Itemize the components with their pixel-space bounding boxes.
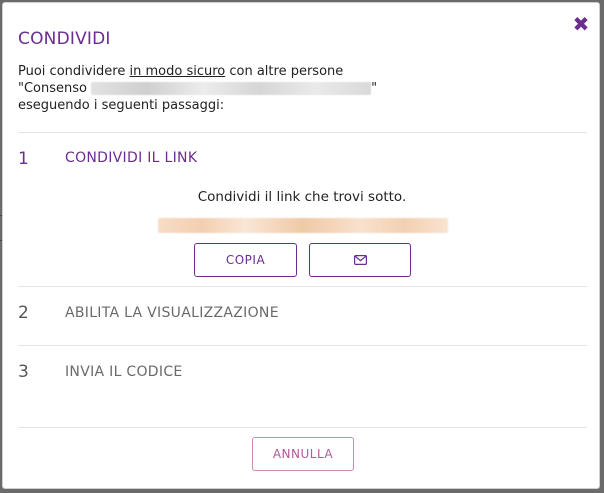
divider	[18, 132, 587, 133]
intro-line1-end: con altre persone	[225, 64, 344, 79]
share-dialog: ✖ CONDIVIDI Puoi condividere in modo sic…	[2, 2, 600, 489]
intro-line3: eseguendo i seguenti passaggi:	[18, 98, 225, 113]
intro-line1-start: Puoi condividere	[18, 64, 130, 79]
step-3-number: 3	[18, 362, 29, 382]
intro-text: Puoi condividere in modo sicuro con altr…	[18, 63, 578, 114]
redacted-document-name	[91, 82, 372, 95]
share-instruction: Condividi il link che trovi sotto.	[197, 189, 407, 205]
redacted-share-link	[158, 218, 448, 233]
dialog-title: CONDIVIDI	[18, 29, 111, 49]
step-1-label[interactable]: CONDIVIDI IL LINK	[65, 150, 197, 166]
copy-button-label: COPIA	[225, 253, 266, 267]
close-icon[interactable]: ✖	[572, 14, 590, 34]
cancel-button[interactable]: ANNULLA	[252, 437, 354, 471]
step-3-label[interactable]: INVIA IL CODICE	[65, 364, 183, 380]
envelope-icon	[353, 255, 367, 265]
step-1-number: 1	[18, 149, 29, 169]
copy-button[interactable]: COPIA	[194, 243, 297, 277]
email-button[interactable]	[309, 243, 411, 277]
divider	[18, 286, 587, 287]
intro-secure-text: in modo sicuro	[129, 64, 226, 79]
intro-consent-suffix: "	[371, 81, 378, 96]
divider	[18, 345, 587, 346]
step-2-number: 2	[18, 303, 29, 323]
cancel-button-label: ANNULLA	[272, 447, 334, 461]
divider	[18, 427, 587, 428]
step-2-label[interactable]: ABILITA LA VISUALIZZAZIONE	[65, 305, 279, 321]
intro-consent-prefix: "Consenso	[18, 81, 87, 96]
